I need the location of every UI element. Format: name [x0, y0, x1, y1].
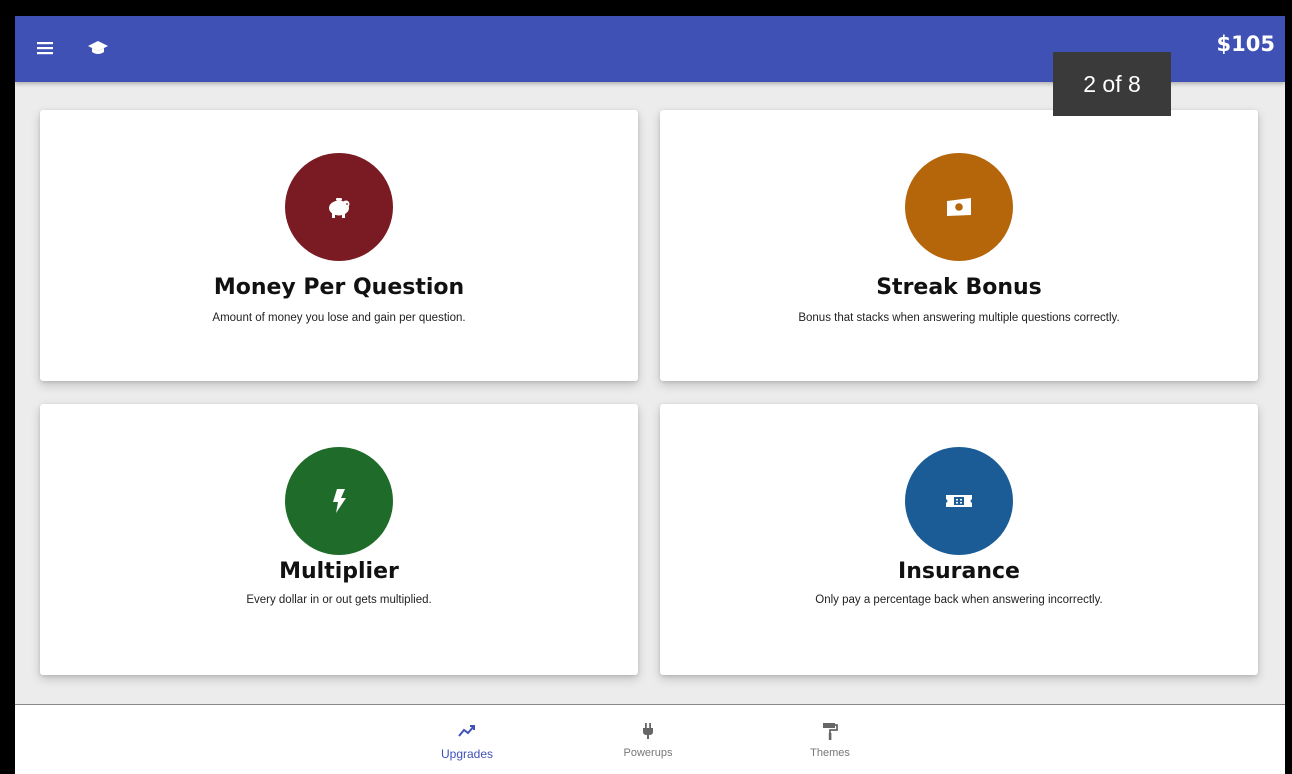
- card-title: Insurance: [898, 559, 1020, 584]
- card-description: Bonus that stacks when answering multipl…: [798, 312, 1120, 324]
- card-description: Only pay a percentage back when answerin…: [815, 594, 1103, 606]
- card-title: Streak Bonus: [876, 275, 1042, 300]
- device-frame: $105 2 of 8 Money Per Question Amount of…: [0, 0, 1292, 774]
- balance-display: $105: [1216, 32, 1275, 56]
- trending-up-icon: [457, 721, 477, 741]
- nav-item-powerups[interactable]: Powerups: [598, 705, 698, 774]
- paint-roller-icon: [820, 721, 840, 741]
- lightning-icon: [285, 447, 393, 555]
- nav-item-themes[interactable]: Themes: [780, 705, 880, 774]
- page-indicator: 2 of 8: [1053, 52, 1171, 116]
- upgrade-card-streak-bonus[interactable]: Streak Bonus Bonus that stacks when answ…: [660, 110, 1258, 381]
- cash-icon: [905, 153, 1013, 261]
- card-description: Every dollar in or out gets multiplied.: [246, 594, 432, 606]
- upgrade-card-money-per-question[interactable]: Money Per Question Amount of money you l…: [40, 110, 638, 381]
- nav-item-upgrades[interactable]: Upgrades: [417, 705, 517, 774]
- card-title: Multiplier: [279, 559, 399, 584]
- upgrade-card-multiplier[interactable]: Multiplier Every dollar in or out gets m…: [40, 404, 638, 675]
- nav-label: Themes: [810, 747, 850, 759]
- upgrade-card-insurance[interactable]: Insurance Only pay a percentage back whe…: [660, 404, 1258, 675]
- bottom-navigation: Upgrades Powerups Themes: [15, 704, 1285, 774]
- piggy-bank-icon: [285, 153, 393, 261]
- plug-icon: [638, 721, 658, 741]
- ticket-icon: [905, 447, 1013, 555]
- app-screen: $105 2 of 8 Money Per Question Amount of…: [15, 16, 1285, 774]
- nav-label: Powerups: [623, 747, 673, 759]
- card-title: Money Per Question: [213, 275, 465, 300]
- graduation-cap-icon[interactable]: [87, 38, 109, 58]
- nav-label: Upgrades: [440, 747, 494, 761]
- menu-icon[interactable]: [37, 38, 55, 58]
- card-description: Amount of money you lose and gain per qu…: [212, 312, 466, 324]
